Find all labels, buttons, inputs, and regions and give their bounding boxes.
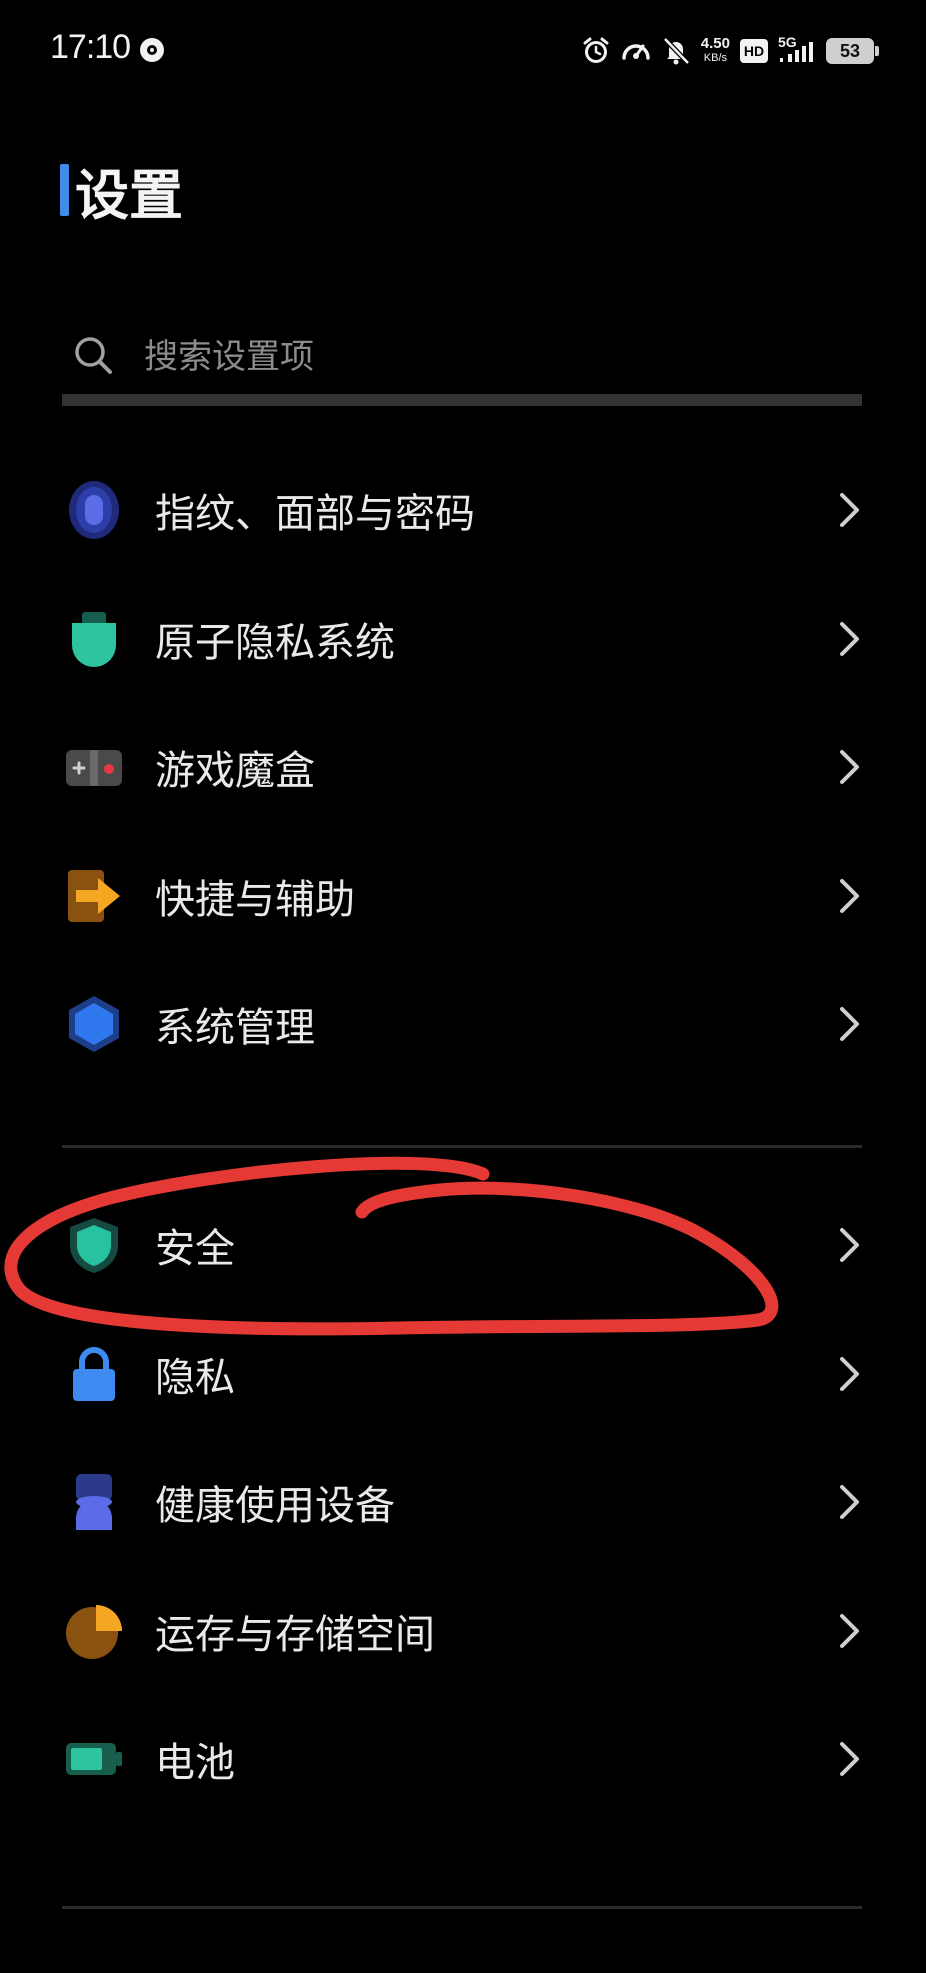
section-divider	[62, 1145, 862, 1148]
search-icon	[75, 337, 112, 374]
gamepad-icon	[62, 735, 126, 799]
settings-item-battery[interactable]: 电池	[0, 1695, 926, 1824]
chevron-right-icon	[836, 1482, 864, 1522]
status-icons: 4.50 KB/s HD 5G 53	[581, 32, 879, 70]
mute-bell-icon	[662, 37, 690, 65]
settings-item-label: 原子隐私系统	[155, 619, 395, 666]
settings-item-label: 快捷与辅助	[155, 876, 355, 923]
chevron-right-icon	[836, 1004, 864, 1044]
settings-item-label: 安全	[155, 1226, 235, 1273]
chevron-right-icon	[836, 490, 864, 530]
status-bar: 17:10 4.50 KB/s HD 5G 53	[0, 0, 926, 100]
disc-icon	[140, 38, 164, 62]
settings-item-atomic-privacy[interactable]: 原子隐私系统	[0, 575, 926, 704]
atomic-privacy-icon	[62, 607, 126, 671]
search-underline	[62, 394, 862, 406]
battery-level: 53	[839, 40, 861, 61]
page-title: 设置	[75, 163, 183, 227]
signal-icon: 5G	[778, 34, 816, 66]
chevron-right-icon	[836, 1354, 864, 1394]
chevron-right-icon	[836, 1225, 864, 1265]
settings-item-label: 系统管理	[155, 1005, 315, 1052]
settings-item-game-box[interactable]: 游戏魔盒	[0, 703, 926, 832]
search-box[interactable]	[62, 320, 862, 396]
chevron-right-icon	[836, 1739, 864, 1779]
battery-icon: 53	[826, 38, 879, 64]
shortcut-arrow-icon	[62, 864, 126, 928]
alarm-icon	[583, 37, 609, 63]
speedometer-icon	[622, 44, 650, 60]
settings-item-label: 运存与存储空间	[155, 1611, 435, 1658]
settings-item-shortcuts[interactable]: 快捷与辅助	[0, 832, 926, 961]
network-speed-value: 4.50	[700, 35, 730, 52]
settings-group-personal: 指纹、面部与密码 原子隐私系统 游戏魔盒 快捷与辅助 系统管理	[0, 446, 926, 1089]
status-time: 17:10	[50, 28, 131, 66]
page-header: 设置	[60, 160, 183, 227]
search-input[interactable]	[142, 330, 846, 384]
settings-item-label: 指纹、面部与密码	[155, 491, 475, 538]
settings-item-label: 隐私	[155, 1354, 235, 1401]
network-speed: 4.50 KB/s	[700, 35, 730, 65]
hd-icon: HD	[740, 39, 768, 63]
chevron-right-icon	[836, 1611, 864, 1651]
settings-item-memory-storage[interactable]: 运存与存储空间	[0, 1567, 926, 1696]
lock-icon	[62, 1342, 126, 1406]
settings-item-label: 健康使用设备	[155, 1483, 395, 1530]
chevron-right-icon	[836, 876, 864, 916]
settings-item-system-management[interactable]: 系统管理	[0, 960, 926, 1089]
title-accent-bar	[60, 164, 69, 216]
settings-item-privacy[interactable]: 隐私	[0, 1310, 926, 1439]
network-speed-unit: KB/s	[703, 52, 728, 64]
battery-icon	[62, 1727, 126, 1791]
settings-item-label: 游戏魔盒	[155, 748, 315, 795]
hourglass-icon	[62, 1470, 126, 1534]
pie-chart-icon	[62, 1599, 126, 1663]
chevron-right-icon	[836, 619, 864, 659]
section-divider	[62, 1906, 862, 1909]
hexagon-icon	[62, 992, 126, 1056]
fingerprint-icon	[62, 478, 126, 542]
settings-item-security[interactable]: 安全	[0, 1181, 926, 1310]
settings-group-device: 安全 隐私 健康使用设备 运存与存储空间 电池	[0, 1181, 926, 1824]
shield-icon	[62, 1213, 126, 1277]
chevron-right-icon	[836, 747, 864, 787]
settings-item-label: 电池	[155, 1740, 235, 1787]
settings-item-digital-wellbeing[interactable]: 健康使用设备	[0, 1438, 926, 1567]
settings-item-fingerprint[interactable]: 指纹、面部与密码	[0, 446, 926, 575]
